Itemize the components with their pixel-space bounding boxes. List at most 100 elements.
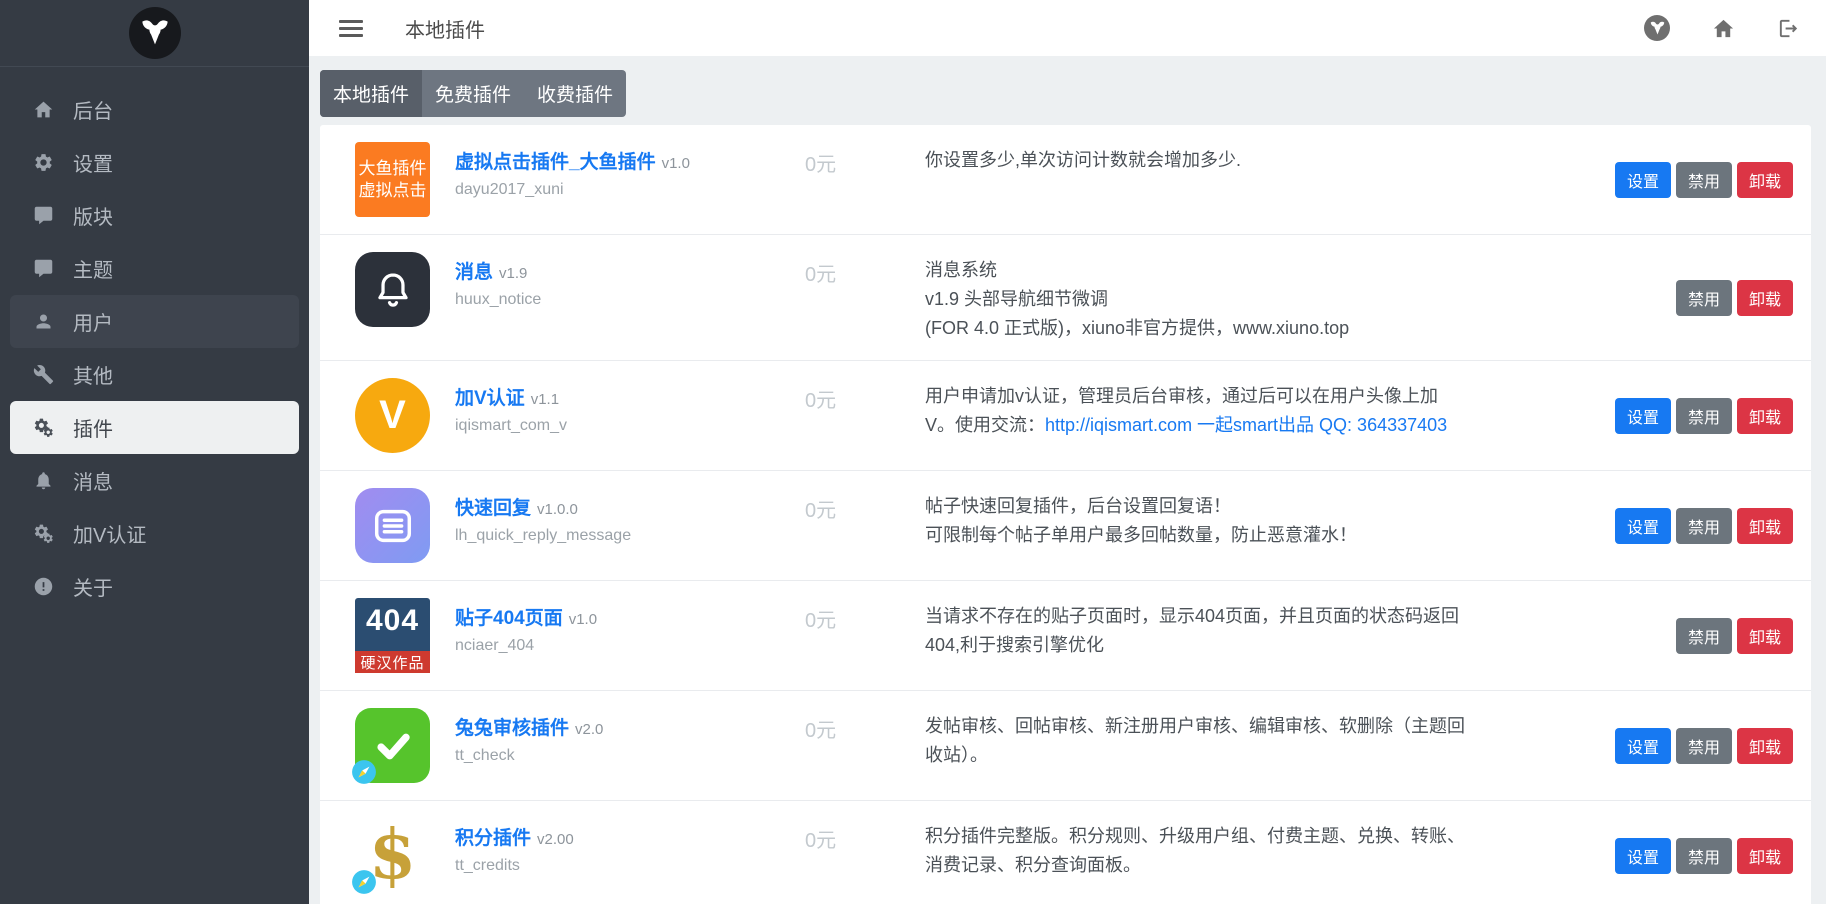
plugin-id: iqismart_com_v bbox=[455, 417, 805, 435]
disable-button[interactable]: 禁用 bbox=[1676, 508, 1732, 544]
settings-button[interactable]: 设置 bbox=[1615, 508, 1671, 544]
plugin-price: 0元 bbox=[805, 378, 925, 413]
hamburger-menu-icon[interactable] bbox=[339, 20, 363, 37]
plugin-title-link[interactable]: 虚拟点击插件_大鱼插件 bbox=[455, 152, 656, 173]
plugin-title-link[interactable]: 快速回复 bbox=[455, 498, 531, 519]
disable-button[interactable]: 禁用 bbox=[1676, 838, 1732, 874]
plugin-id: tt_credits bbox=[455, 857, 805, 875]
plugin-icon bbox=[355, 488, 430, 563]
uninstall-button[interactable]: 卸载 bbox=[1737, 728, 1793, 764]
xiuno-logo-icon[interactable] bbox=[1644, 15, 1670, 41]
sidebar-item-settings[interactable]: 设置 bbox=[10, 136, 299, 189]
sidebar-item-other[interactable]: 其他 bbox=[10, 348, 299, 401]
tab-paid[interactable]: 收费插件 bbox=[524, 70, 626, 117]
plugin-icon bbox=[355, 708, 430, 783]
sidebar-item-users[interactable]: 用户 bbox=[10, 295, 299, 348]
uninstall-button[interactable]: 卸载 bbox=[1737, 280, 1793, 316]
plugin-description: 发帖审核、回帖审核、新注册用户审核、编辑审核、软删除（主题回收站）。 bbox=[925, 708, 1470, 770]
gear-icon bbox=[30, 152, 56, 174]
disable-button[interactable]: 禁用 bbox=[1676, 618, 1732, 654]
plugin-id: tt_check bbox=[455, 747, 805, 765]
uninstall-button[interactable]: 卸载 bbox=[1737, 162, 1793, 198]
plugin-price: 0元 bbox=[805, 818, 925, 853]
sidebar-item-label: 加V认证 bbox=[73, 519, 146, 548]
disable-button[interactable]: 禁用 bbox=[1676, 280, 1732, 316]
plugin-title-link[interactable]: 兔兔审核插件 bbox=[455, 718, 569, 739]
sidebar-item-label: 用户 bbox=[73, 307, 113, 336]
disable-button[interactable]: 禁用 bbox=[1676, 398, 1732, 434]
main-area: 本地插件 本地插件免费插件收费插件 大鱼插件虚拟点击虚拟点击插件_大鱼插件v1.… bbox=[309, 0, 1826, 904]
sidebar-item-about[interactable]: 关于 bbox=[10, 560, 299, 613]
sidebar-item-label: 插件 bbox=[73, 413, 113, 442]
plugin-info: 虚拟点击插件_大鱼插件v1.0dayu2017_xuni bbox=[455, 142, 805, 199]
plugin-icon: $ bbox=[355, 818, 430, 893]
sidebar-item-threads[interactable]: 主题 bbox=[10, 242, 299, 295]
plugin-row: 404硬汉作品贴子404页面v1.0nciaer_4040元当请求不存在的贴子页… bbox=[320, 581, 1811, 691]
compass-badge-icon bbox=[351, 869, 377, 895]
plugin-row: 消息v1.9huux_notice0元消息系统v1.9 头部导航细节微调(FOR… bbox=[320, 235, 1811, 361]
description-text: 你设置多少,单次访问计数就会增加多少. bbox=[925, 150, 1241, 170]
plugin-actions: 设置禁用卸载 bbox=[1615, 838, 1793, 874]
plugin-price: 0元 bbox=[805, 142, 925, 177]
sidebar-menu: 后台设置版块主题用户其他插件消息加V认证关于 bbox=[0, 67, 309, 613]
plugin-description: 你设置多少,单次访问计数就会增加多少. bbox=[925, 142, 1470, 175]
plugin-title-link[interactable]: 贴子404页面 bbox=[455, 608, 563, 629]
compass-badge-icon bbox=[351, 759, 377, 785]
plugin-price: 0元 bbox=[805, 488, 925, 523]
plugin-description: 用户申请加v认证，管理员后台审核，通过后可以在用户头像上加V。使用交流：http… bbox=[925, 378, 1470, 440]
settings-button[interactable]: 设置 bbox=[1615, 838, 1671, 874]
plugin-icon: 404硬汉作品 bbox=[355, 598, 430, 673]
logout-icon[interactable] bbox=[1777, 17, 1800, 40]
plugin-title-link[interactable]: 加V认证 bbox=[455, 388, 525, 409]
sidebar-item-label: 关于 bbox=[73, 572, 113, 601]
uninstall-button[interactable]: 卸载 bbox=[1737, 618, 1793, 654]
plugin-info: 积分插件 v2.00 tt_credits bbox=[455, 818, 805, 875]
tab-free[interactable]: 免费插件 bbox=[422, 70, 524, 117]
sidebar-item-dashboard[interactable]: 后台 bbox=[10, 83, 299, 136]
plugin-price: 0元 bbox=[805, 252, 925, 287]
disable-button[interactable]: 禁用 bbox=[1676, 162, 1732, 198]
description-text: 帖子快速回复插件，后台设置回复语！ bbox=[925, 496, 1231, 516]
sidebar-item-messages[interactable]: 消息 bbox=[10, 454, 299, 507]
plugin-version: v2.0 bbox=[575, 721, 603, 738]
plugin-price: 0元 bbox=[805, 598, 925, 633]
sidebar-item-verify-v[interactable]: 加V认证 bbox=[10, 507, 299, 560]
cogs-icon bbox=[30, 523, 56, 545]
sidebar-item-label: 其他 bbox=[73, 360, 113, 389]
list-glyph bbox=[370, 503, 416, 549]
sidebar-item-forums[interactable]: 版块 bbox=[10, 189, 299, 242]
page-title: 本地插件 bbox=[405, 14, 485, 43]
settings-button[interactable]: 设置 bbox=[1615, 728, 1671, 764]
sidebar-item-label: 消息 bbox=[73, 466, 113, 495]
plugin-id: dayu2017_xuni bbox=[455, 181, 805, 199]
plugin-id: huux_notice bbox=[455, 291, 805, 309]
plugin-actions: 设置禁用卸载 bbox=[1615, 162, 1793, 198]
plugin-title-link[interactable]: 积分插件 bbox=[455, 828, 531, 849]
info-icon bbox=[30, 576, 56, 598]
plugin-row: $积分插件v2.00tt_credits0元积分插件完整版。积分规则、升级用户组… bbox=[320, 801, 1811, 904]
uninstall-button[interactable]: 卸载 bbox=[1737, 508, 1793, 544]
plugin-icon: V bbox=[355, 378, 430, 453]
tab-local[interactable]: 本地插件 bbox=[320, 70, 422, 117]
plugin-title-link[interactable]: 消息 bbox=[455, 262, 493, 283]
home-icon[interactable] bbox=[1712, 17, 1735, 40]
disable-button[interactable]: 禁用 bbox=[1676, 728, 1732, 764]
settings-button[interactable]: 设置 bbox=[1615, 398, 1671, 434]
plugin-version: v2.00 bbox=[537, 831, 574, 848]
home-icon bbox=[30, 99, 56, 121]
bell-icon bbox=[30, 470, 56, 492]
sidebar-item-plugins[interactable]: 插件 bbox=[10, 401, 299, 454]
settings-button[interactable]: 设置 bbox=[1615, 162, 1671, 198]
plugin-version: v1.0.0 bbox=[537, 501, 578, 518]
plugin-row: 快速回复v1.0.0lh_quick_reply_message0元帖子快速回复… bbox=[320, 471, 1811, 581]
app-window: 后台设置版块主题用户其他插件消息加V认证关于 本地插件 本地插件免费插件收费插件… bbox=[0, 0, 1826, 904]
uninstall-button[interactable]: 卸载 bbox=[1737, 838, 1793, 874]
description-link[interactable]: http://iqismart.com 一起smart出品 QQ: 364337… bbox=[1045, 415, 1447, 435]
plugin-description: 帖子快速回复插件，后台设置回复语！可限制每个帖子单用户最多回帖数量，防止恶意灌水… bbox=[925, 488, 1470, 550]
plugin-version: v1.0 bbox=[569, 611, 597, 628]
uninstall-button[interactable]: 卸载 bbox=[1737, 398, 1793, 434]
sidebar-item-label: 后台 bbox=[73, 95, 113, 124]
description-text: 发帖审核、回帖审核、新注册用户审核、编辑审核、软删除（主题回 bbox=[925, 716, 1465, 736]
description-text: 消费记录、积分查询面板。 bbox=[925, 855, 1141, 875]
plugin-info: 消息v1.9huux_notice bbox=[455, 252, 805, 309]
